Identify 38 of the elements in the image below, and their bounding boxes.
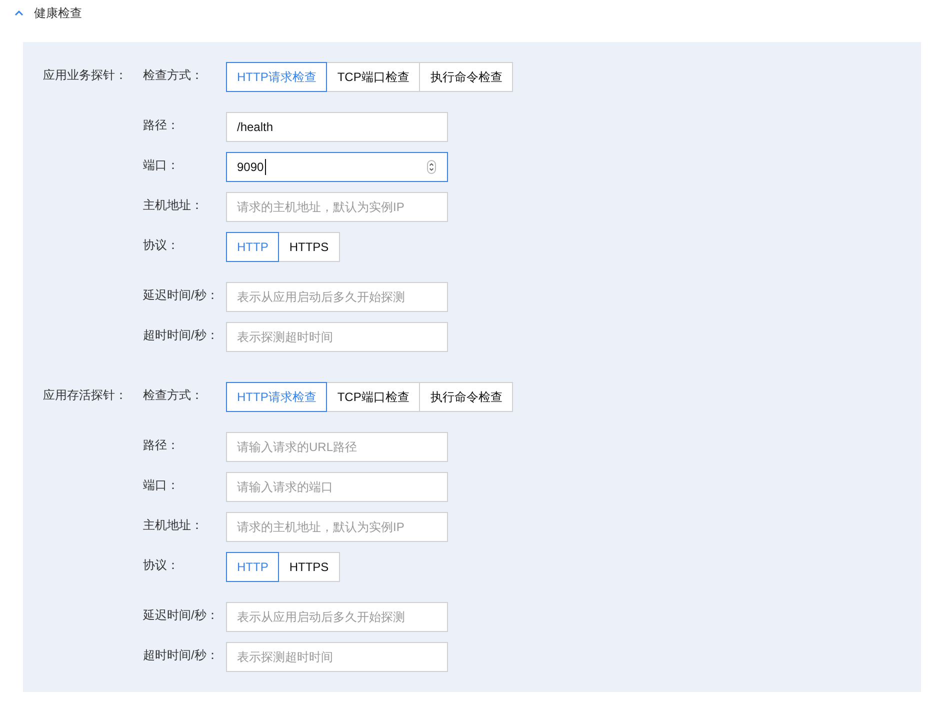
input-field[interactable]: 表示从应用启动后多久开始探测	[226, 602, 448, 632]
field-label: 主机地址：	[143, 197, 204, 214]
spinner-icon[interactable]	[427, 160, 436, 174]
input-field[interactable]: 9090	[226, 152, 448, 182]
selected-option-button[interactable]: HTTP	[226, 552, 280, 582]
option-button[interactable]: HTTPS	[278, 552, 340, 582]
field-label: 延迟时间/秒：	[143, 607, 220, 624]
input-field[interactable]: 表示探测超时时间	[226, 322, 448, 352]
field-label: 检查方式：	[143, 67, 204, 84]
field-label: 协议：	[143, 557, 180, 574]
field-label: 检查方式：	[143, 387, 204, 404]
input-field[interactable]: 请求的主机地址，默认为实例IP	[226, 512, 448, 542]
input-field[interactable]: 请输入请求的URL路径	[226, 432, 448, 462]
field-label: 超时时间/秒：	[143, 327, 220, 344]
probe-label: 应用存活探针：	[43, 387, 128, 404]
field-label: 路径：	[143, 117, 180, 134]
option-button[interactable]: TCP端口检查	[326, 62, 420, 92]
field-label: 路径：	[143, 437, 180, 454]
option-button[interactable]: HTTPS	[278, 232, 340, 262]
probe-label: 应用业务探针：	[43, 67, 128, 84]
input-field[interactable]: 表示探测超时时间	[226, 642, 448, 672]
option-button[interactable]: 执行命令检查	[419, 62, 514, 92]
section-title: 健康检查	[34, 5, 82, 22]
selected-option-button[interactable]: HTTP	[226, 232, 280, 262]
option-button[interactable]: TCP端口检查	[326, 382, 420, 412]
field-label: 主机地址：	[143, 517, 204, 534]
field-label: 端口：	[143, 157, 180, 174]
option-button[interactable]: 执行命令检查	[419, 382, 514, 412]
input-field[interactable]: 请输入请求的端口	[226, 472, 448, 502]
selected-option-button[interactable]: HTTP请求检查	[226, 62, 328, 92]
input-field[interactable]: 请求的主机地址，默认为实例IP	[226, 192, 448, 222]
field-label: 端口：	[143, 477, 180, 494]
input-field[interactable]: /health	[226, 112, 448, 142]
field-label: 超时时间/秒：	[143, 647, 220, 664]
selected-option-button[interactable]: HTTP请求检查	[226, 382, 328, 412]
input-field[interactable]: 表示从应用启动后多久开始探测	[226, 282, 448, 312]
field-label: 协议：	[143, 237, 180, 254]
field-label: 延迟时间/秒：	[143, 287, 220, 304]
